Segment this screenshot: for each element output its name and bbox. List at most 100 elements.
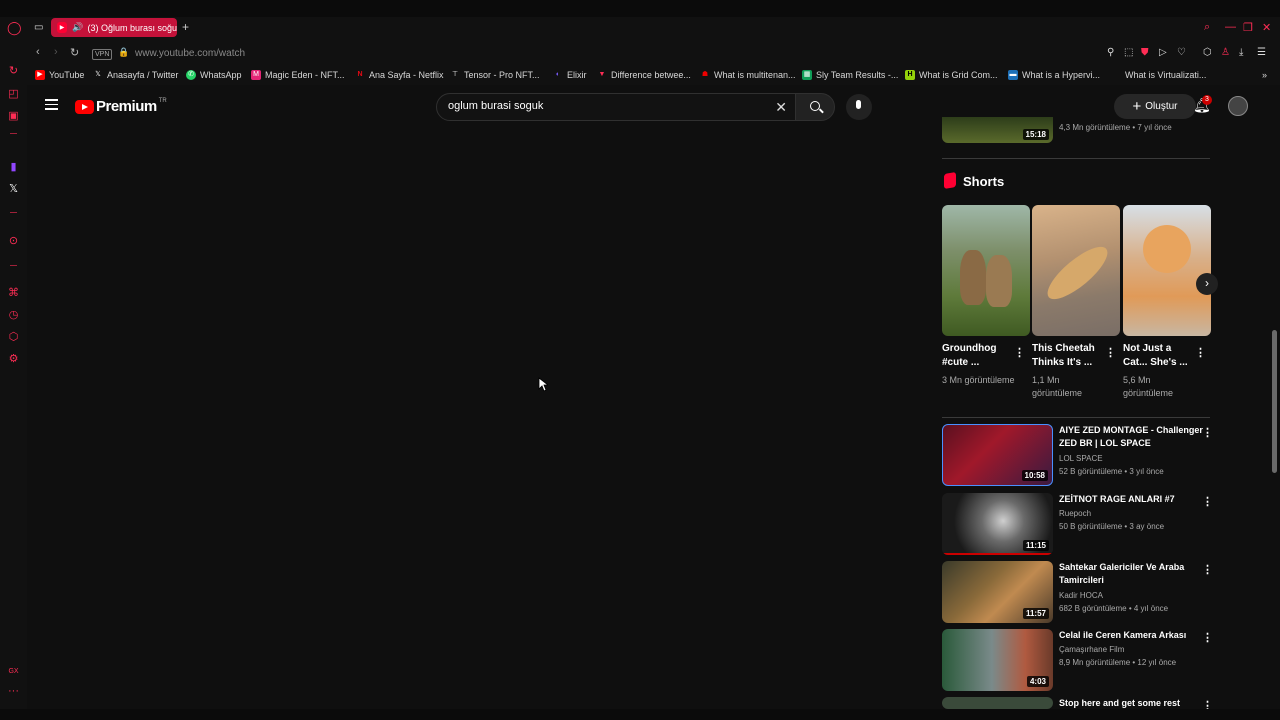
video-thumbnail[interactable]: 10:58 <box>942 424 1053 486</box>
search-input[interactable]: oglum burasi soguk <box>448 100 543 112</box>
heart-icon[interactable]: ♡ <box>1177 47 1186 58</box>
bookmark-item[interactable]: 𝕏 Anasayfa / Twitter <box>93 70 178 80</box>
more-options-icon[interactable]: ⋮ <box>1202 495 1213 508</box>
player-icon[interactable]: ⊙ <box>7 235 20 248</box>
bookmark-item[interactable]: N Ana Sayfa - Netflix <box>355 70 443 80</box>
h-icon: H <box>905 70 915 80</box>
video-title[interactable]: AIYE ZED MONTAGE - Challenger ZED BR | L… <box>1059 424 1211 450</box>
extensions-puzzle-icon[interactable]: ⬡ <box>1203 47 1212 58</box>
video-thumbnail[interactable] <box>942 697 1053 709</box>
video-thumbnail[interactable]: 11:15 <box>942 493 1053 555</box>
twitch-icon[interactable]: ▮ <box>7 161 20 174</box>
shorts-next-button[interactable]: › <box>1196 273 1218 295</box>
more-options-icon[interactable]: ⋮ <box>1202 426 1213 439</box>
channel-name[interactable]: Ruepoch <box>1059 509 1091 518</box>
bookmark-item[interactable]: ▬ What is a Hypervi... <box>1008 70 1100 80</box>
bookmarks-overflow-icon[interactable]: » <box>1262 70 1267 80</box>
more-icon[interactable]: ··· <box>7 685 20 698</box>
back-button[interactable]: ‹ <box>36 46 40 58</box>
list-item[interactable]: Stop here and get some rest ⋮ <box>942 697 1210 709</box>
create-button[interactable]: + Oluştur <box>1114 94 1196 119</box>
x-icon[interactable]: 𝕏 <box>7 183 20 196</box>
bookmark-item[interactable]: What is Virtualizati... <box>1111 70 1206 80</box>
list-item[interactable]: 10:58 AIYE ZED MONTAGE - Challenger ZED … <box>942 424 1213 486</box>
short-title[interactable]: Not Just a Cat... She's ... <box>1123 342 1197 370</box>
search-tabs-icon[interactable]: ⌕ <box>1204 21 1210 34</box>
more-options-icon[interactable]: ⋮ <box>1202 563 1213 576</box>
settings-icon[interactable]: ⚙ <box>7 353 20 366</box>
more-options-icon[interactable]: ⋮ <box>1202 699 1210 709</box>
avatar[interactable] <box>1228 96 1248 116</box>
close-window-button[interactable]: ✕ <box>1262 21 1271 34</box>
video-title[interactable]: Sahtekar Galericiler Ve Araba Tamirciler… <box>1059 561 1211 587</box>
player-area[interactable] <box>27 129 907 709</box>
vpn-badge[interactable]: VPN <box>92 49 113 60</box>
list-item[interactable]: 11:57 Sahtekar Galericiler Ve Araba Tami… <box>942 561 1213 623</box>
short-thumbnail[interactable] <box>1123 205 1211 336</box>
bookmark-item[interactable]: M Magic Eden - NFT... <box>251 70 345 80</box>
more-options-icon[interactable]: ⋮ <box>1014 346 1025 359</box>
video-title[interactable]: ZEİTNOT RAGE ANLARI #7 <box>1059 493 1211 506</box>
profile-icon[interactable]: ♙ <box>1221 47 1230 58</box>
bookmark-item[interactable]: ✆ WhatsApp <box>186 70 242 80</box>
forward-button[interactable]: › <box>54 46 58 58</box>
url-field[interactable]: www.youtube.com/watch <box>135 48 245 59</box>
search-box[interactable]: oglum burasi soguk ✕ <box>436 93 796 121</box>
reload-button[interactable]: ↻ <box>70 46 79 59</box>
bookmark-item[interactable]: ▼ Difference betwee... <box>597 70 691 80</box>
maximize-button[interactable]: ❐ <box>1243 21 1253 34</box>
search-button[interactable] <box>795 93 835 121</box>
video-title[interactable]: Celal ile Ceren Kamera Arkası <box>1059 629 1211 642</box>
bookmark-item[interactable]: ▶ YouTube <box>35 70 84 80</box>
list-item[interactable]: 4:03 Celal ile Ceren Kamera Arkası Çamaş… <box>942 629 1213 691</box>
video-title[interactable]: Stop here and get some rest <box>1059 697 1210 709</box>
channel-name[interactable]: Çamaşırhane Film <box>1059 645 1124 654</box>
lock-icon[interactable]: 🔒 <box>118 47 129 58</box>
more-options-icon[interactable]: ⋮ <box>1195 346 1206 359</box>
bookmark-item[interactable]: ☗ What is multitenan... <box>700 70 796 80</box>
tab-bar: ▭ ▶ 🔊 (3) Oğlum burası soğu + ⌕ — ❐ ✕ <box>27 17 1280 39</box>
pinboard-icon[interactable]: ⌘ <box>7 287 20 300</box>
speaker-icon[interactable]: 🔊 <box>72 22 83 33</box>
shopping-icon[interactable]: ▣ <box>7 110 20 123</box>
snapshot-icon[interactable]: ⬚ <box>1124 47 1133 58</box>
scrollbar-thumb[interactable] <box>1272 330 1277 473</box>
download-icon[interactable]: ⤓ <box>1239 47 1243 58</box>
aria-icon[interactable]: ↻ <box>7 65 20 78</box>
gx-icon[interactable]: GX <box>7 665 20 678</box>
tab-list-icon[interactable]: ▭ <box>34 22 43 33</box>
hamburger-menu-icon[interactable] <box>45 99 58 110</box>
netflix-icon: N <box>357 71 363 78</box>
list-item[interactable]: 11:15 ZEİTNOT RAGE ANLARI #7 Ruepoch 50 … <box>942 493 1213 555</box>
new-tab-button[interactable]: + <box>182 20 189 34</box>
sheets-icon: ▦ <box>802 70 812 80</box>
more-options-icon[interactable]: ⋮ <box>1105 346 1116 359</box>
workspaces-icon[interactable]: ◰ <box>7 88 20 101</box>
video-thumbnail[interactable]: 15:18 <box>942 117 1053 143</box>
short-thumbnail[interactable] <box>942 205 1030 336</box>
video-thumbnail[interactable]: 4:03 <box>942 629 1053 691</box>
bookmark-item[interactable]: ◐ Elixir <box>553 70 587 80</box>
more-options-icon[interactable]: ⋮ <box>1202 631 1213 644</box>
channel-name[interactable]: Kadir HOCA <box>1059 591 1103 600</box>
play-icon[interactable]: ▷ <box>1159 47 1167 58</box>
menu-icon[interactable]: ☰ <box>1257 47 1266 58</box>
channel-name[interactable]: LOL SPACE <box>1059 454 1103 463</box>
adblock-icon[interactable]: ⛊ <box>1141 47 1149 58</box>
short-title[interactable]: Groundhog #cute ... <box>942 342 1016 370</box>
opera-logo-icon[interactable]: ◯ <box>7 21 22 34</box>
voice-search-button[interactable] <box>846 94 872 120</box>
bookmark-item[interactable]: H What is Grid Com... <box>905 70 998 80</box>
bookmark-item[interactable]: ⊤ Tensor - Pro NFT... <box>450 70 540 80</box>
short-thumbnail[interactable] <box>1032 205 1120 336</box>
bookmark-pin-icon[interactable]: ⚲ <box>1107 47 1114 58</box>
video-thumbnail[interactable]: 11:57 <box>942 561 1053 623</box>
tab-active[interactable]: ▶ 🔊 (3) Oğlum burası soğu <box>51 18 177 37</box>
minimize-button[interactable]: — <box>1225 21 1236 33</box>
clear-search-icon[interactable]: ✕ <box>775 99 787 116</box>
history-icon[interactable]: ◷ <box>7 309 20 322</box>
short-title[interactable]: This Cheetah Thinks It's ... <box>1032 342 1106 370</box>
extensions-icon[interactable]: ⬡ <box>7 331 20 344</box>
youtube-logo[interactable]: Premium TR <box>75 98 167 115</box>
bookmark-item[interactable]: ▦ Sly Team Results -... <box>802 70 898 80</box>
